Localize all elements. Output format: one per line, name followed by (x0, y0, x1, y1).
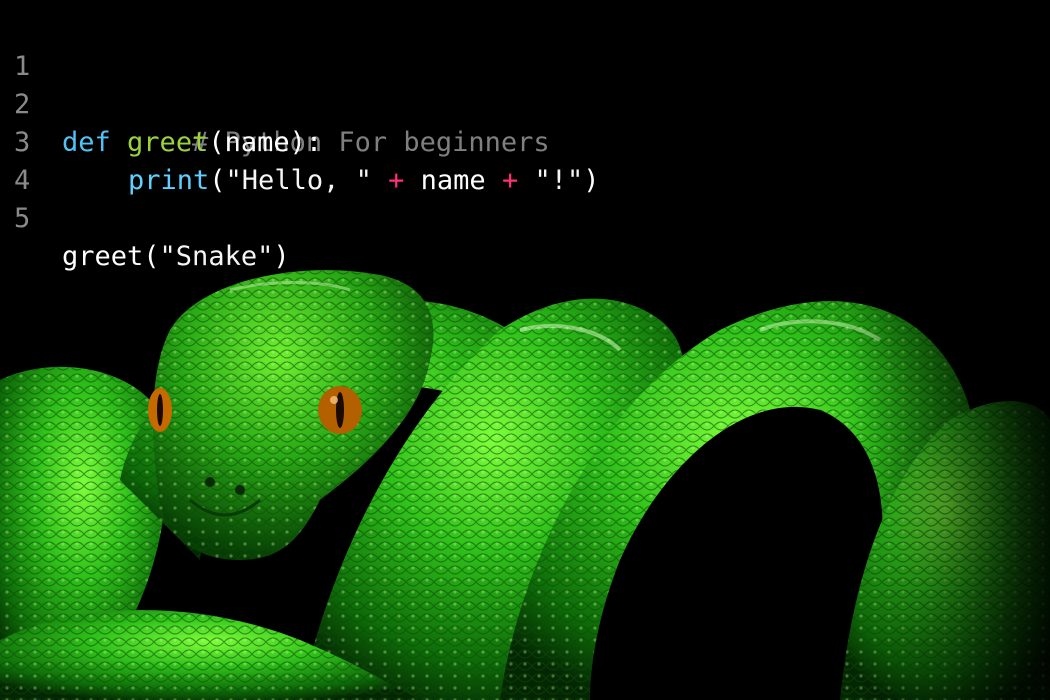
line-number: 5 (14, 203, 31, 234)
code-paren-open: ( (208, 127, 225, 158)
code-function-name: greet (127, 127, 209, 158)
code-line-4: 4 (0, 124, 98, 196)
code-paren-close: ): (289, 127, 323, 158)
code-operator: + (388, 165, 405, 196)
code-string: "Snake" (159, 241, 274, 272)
poster-canvas: 1 # Python For beginners 2 def greet(nam… (0, 0, 1050, 700)
code-line-2: 2 def greet(name): (0, 48, 322, 158)
code-text: greet("Snake") (62, 238, 290, 276)
code-text: print("Hello, " + name + "!") (62, 162, 600, 200)
code-paren-open: ( (143, 241, 160, 272)
code-block: 1 # Python For beginners 2 def greet(nam… (0, 10, 600, 272)
code-text: def greet(name): (62, 124, 322, 162)
code-parameter: name (224, 127, 290, 158)
code-string: "!" (534, 165, 584, 196)
code-builtin: print (128, 165, 210, 196)
code-operator: + (501, 165, 519, 196)
code-string: "Hello, " (225, 165, 372, 196)
code-paren-close: ) (583, 165, 600, 196)
code-paren-close: ) (273, 241, 290, 272)
code-paren-open: ( (209, 165, 226, 196)
code-line-1: 1 # Python For beginners (0, 10, 550, 158)
code-variable: name (420, 165, 486, 196)
code-call: greet (62, 241, 144, 272)
code-line-5: 5 greet("Snake") (0, 162, 290, 272)
code-line-3: 3 print("Hello, " + name + "!") (0, 86, 600, 196)
